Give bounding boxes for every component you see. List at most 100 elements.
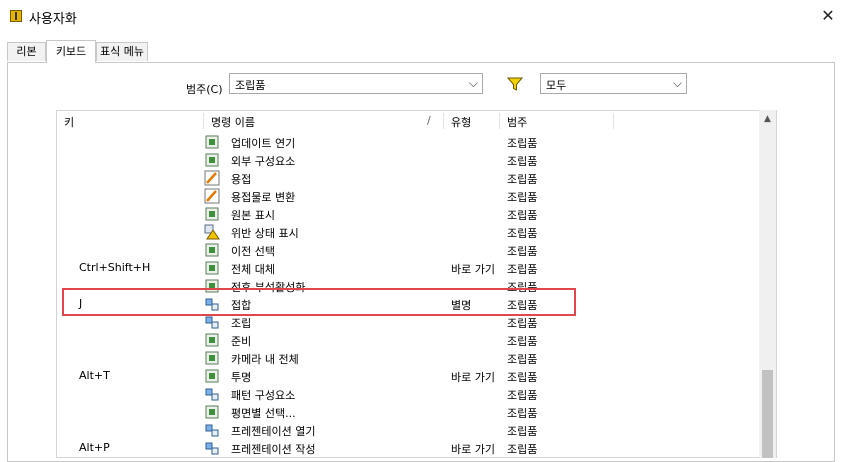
tab-strip: 리본 키보드 표식 메뉴: [0, 40, 846, 63]
highlight-box: [62, 288, 576, 316]
row-type: 바로 가기: [451, 263, 495, 276]
external-component-icon: [204, 152, 220, 168]
row-command-name: 원본 표시: [231, 209, 275, 222]
defer-update-icon: [204, 134, 220, 150]
row-category: 조립품: [507, 317, 538, 330]
column-header-key[interactable]: 키: [64, 114, 74, 130]
table-row[interactable]: Alt+P 프레젠테이션 작성 바로 가기 조립품: [57, 439, 760, 457]
title-bar: 사용자화 ✕: [0, 0, 846, 32]
list-header: 키 명령 이름 / 유형 범주: [57, 111, 760, 131]
assemble-icon: [204, 314, 220, 330]
column-header-type[interactable]: 유형: [451, 114, 471, 130]
row-category: 조립품: [507, 443, 538, 456]
table-row[interactable]: Ctrl+Shift+H 전체 대체 바로 가기 조립품: [57, 259, 760, 277]
table-row[interactable]: 용접물로 변환 조립품: [57, 187, 760, 205]
tab-marking-menu[interactable]: 표식 메뉴: [96, 42, 148, 61]
row-command-name: 조립: [231, 317, 252, 330]
select-by-plane-icon: [204, 404, 220, 420]
category-dropdown-value: 조립품: [235, 79, 266, 92]
show-original-icon: [204, 206, 220, 222]
row-command-name: 준비: [231, 335, 252, 348]
row-command-name: 위반 상태 표시: [231, 227, 299, 240]
camera-fit-icon: [204, 350, 220, 366]
table-row[interactable]: 카메라 내 전체 조립품: [57, 349, 760, 367]
close-button[interactable]: ✕: [814, 4, 842, 28]
row-category: 조립품: [507, 389, 538, 402]
prepare-icon: [204, 332, 220, 348]
row-type: 바로 가기: [451, 371, 495, 384]
column-separator: [443, 113, 444, 129]
table-row[interactable]: 프레젠테이션 열기 조립품: [57, 421, 760, 439]
app-icon: [10, 10, 22, 22]
row-command-name: 카메라 내 전체: [231, 353, 299, 366]
weld-icon: [204, 170, 220, 186]
chevron-down-icon: ⌵: [672, 76, 682, 90]
table-row[interactable]: Alt+T 투명 바로 가기 조립품: [57, 367, 760, 385]
vertical-scrollbar[interactable]: ▲: [759, 110, 776, 458]
table-row[interactable]: 위반 상태 표시 조립품: [57, 223, 760, 241]
table-row[interactable]: 외부 구성요소 조립품: [57, 151, 760, 169]
sort-indicator: /: [427, 114, 431, 127]
row-category: 조립품: [507, 209, 538, 222]
row-key: Ctrl+Shift+H: [79, 261, 151, 274]
row-command-name: 프레젠테이션 작성: [231, 443, 316, 456]
column-separator: [203, 113, 204, 129]
column-header-command[interactable]: 명령 이름: [211, 114, 255, 130]
row-category: 조립품: [507, 407, 538, 420]
transparent-icon: [204, 368, 220, 384]
row-category: 조립품: [507, 263, 538, 276]
table-row[interactable]: 용접 조립품: [57, 169, 760, 187]
row-category: 조립품: [507, 353, 538, 366]
table-row[interactable]: 패턴 구성요소 조립품: [57, 385, 760, 403]
column-separator: [613, 113, 614, 129]
category-dropdown[interactable]: 조립품 ⌵: [229, 73, 483, 94]
pattern-component-icon: [204, 386, 220, 402]
row-command-name: 평면별 선택...: [231, 407, 296, 420]
row-command-name: 프레젠테이션 열기: [231, 425, 316, 438]
table-row[interactable]: 이전 선택 조립품: [57, 241, 760, 259]
row-command-name: 투명: [231, 371, 252, 384]
row-category: 조립품: [507, 173, 538, 186]
filter-funnel-icon: [507, 77, 523, 91]
tab-keyboard[interactable]: 키보드: [46, 40, 96, 63]
convert-weldment-icon: [204, 188, 220, 204]
row-key: Alt+P: [79, 441, 110, 454]
row-command-name: 전체 대체: [231, 263, 275, 276]
column-header-category[interactable]: 범주: [507, 114, 527, 130]
scroll-thumb[interactable]: [762, 370, 773, 458]
row-category: 조립품: [507, 191, 538, 204]
window-title: 사용자화: [29, 12, 77, 27]
table-row[interactable]: 준비 조립품: [57, 331, 760, 349]
row-category: 조립품: [507, 245, 538, 258]
row-key: Alt+T: [79, 369, 110, 382]
table-row[interactable]: 평면별 선택... 조립품: [57, 403, 760, 421]
table-row[interactable]: 업데이트 연기 조립품: [57, 133, 760, 151]
row-command-name: 용접물로 변환: [231, 191, 296, 204]
open-presentation-icon: [204, 422, 220, 438]
filter-dropdown-value: 모두: [546, 79, 567, 92]
row-type: 바로 가기: [451, 443, 495, 456]
chevron-down-icon: ⌵: [468, 76, 478, 90]
row-command-name: 이전 선택: [231, 245, 275, 258]
create-presentation-icon: [204, 440, 220, 456]
table-row[interactable]: 원본 표시 조립품: [57, 205, 760, 223]
column-separator: [499, 113, 500, 129]
row-category: 조립품: [507, 371, 538, 384]
replace-all-icon: [204, 260, 220, 276]
previous-selection-icon: [204, 242, 220, 258]
tab-ribbon[interactable]: 리본: [7, 42, 46, 61]
filter-dropdown[interactable]: 모두 ⌵: [540, 73, 687, 94]
row-category: 조립품: [507, 425, 538, 438]
category-label: 범주(C): [186, 83, 223, 96]
row-command-name: 업데이트 연기: [231, 137, 296, 150]
row-category: 조립품: [507, 335, 538, 348]
row-category: 조립품: [507, 227, 538, 240]
command-list[interactable]: 키 명령 이름 / 유형 범주 업데이트 연기 조립품 외부 구성요소 조립품 용접 조립…: [56, 110, 777, 458]
scroll-up-icon[interactable]: ▲: [759, 114, 776, 124]
row-command-name: 외부 구성요소: [231, 155, 296, 168]
row-command-name: 패턴 구성요소: [231, 389, 296, 402]
violation-warning-icon: [204, 224, 220, 240]
row-category: 조립품: [507, 155, 538, 168]
row-command-name: 용접: [231, 173, 252, 186]
row-category: 조립품: [507, 137, 538, 150]
